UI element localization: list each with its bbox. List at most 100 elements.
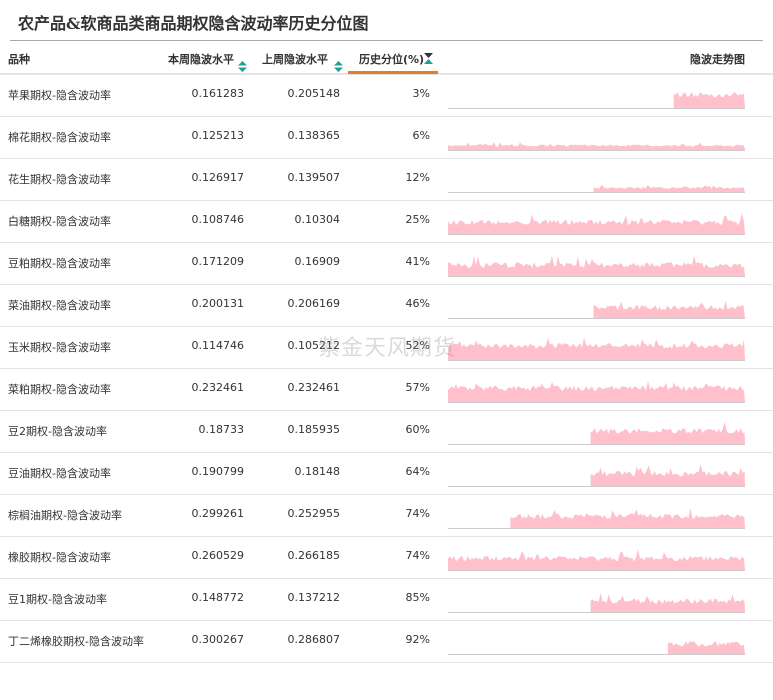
variety-name: 菜油期权-隐含波动率 xyxy=(8,299,111,312)
current-iv: 0.299261 xyxy=(191,507,245,520)
current-iv: 0.300267 xyxy=(191,633,245,646)
header-previous[interactable]: 上周隐波水平 xyxy=(262,51,328,67)
variety-name: 豆1期权-隐含波动率 xyxy=(8,593,107,606)
table-header: 品种 本周隐波水平 上周隐波水平 历史分位(%) 隐波走势图 xyxy=(0,41,773,75)
table-row: 丁二烯橡胶期权-隐含波动率 0.300267 0.286807 92% xyxy=(0,620,773,663)
previous-iv: 0.286807 xyxy=(287,633,341,646)
iv-trend-sparkline xyxy=(448,421,745,445)
iv-trend-sparkline xyxy=(448,337,745,361)
table-row: 白糖期权-隐含波动率 0.108746 0.10304 25% xyxy=(0,200,773,243)
percentile: 74% xyxy=(405,549,430,562)
previous-iv: 0.205148 xyxy=(287,87,341,100)
iv-trend-sparkline xyxy=(448,142,745,151)
sparkline-area xyxy=(590,421,745,444)
variety-name: 橡胶期权-隐含波动率 xyxy=(8,551,111,564)
variety-name: 豆2期权-隐含波动率 xyxy=(8,425,107,438)
percentile: 46% xyxy=(405,297,430,310)
sparkline-area xyxy=(448,213,745,234)
current-iv: 0.232461 xyxy=(191,381,245,394)
sparkline-area xyxy=(593,184,745,192)
previous-iv: 0.137212 xyxy=(287,591,341,604)
percentile: 57% xyxy=(405,381,430,394)
table-row: 菜油期权-隐含波动率 0.200131 0.206169 46% xyxy=(0,284,773,327)
iv-trend-sparkline xyxy=(448,508,745,529)
previous-iv: 0.266185 xyxy=(287,549,341,562)
current-iv: 0.200131 xyxy=(191,297,245,310)
sparkline-area xyxy=(667,641,745,654)
variety-name: 丁二烯橡胶期权-隐含波动率 xyxy=(8,635,144,648)
previous-iv: 0.185935 xyxy=(287,423,341,436)
table-row: 豆油期权-隐含波动率 0.190799 0.18148 64% xyxy=(0,452,773,495)
page-title: 农产品&软商品类商品期权隐含波动率历史分位图 xyxy=(18,14,369,33)
sort-ascending-icon[interactable] xyxy=(424,53,433,64)
variety-name: 棕榈油期权-隐含波动率 xyxy=(8,509,122,522)
variety-name: 棉花期权-隐含波动率 xyxy=(8,131,111,144)
iv-trend-sparkline xyxy=(448,184,745,193)
variety-name: 豆油期权-隐含波动率 xyxy=(8,467,111,480)
sparkline-area xyxy=(448,549,745,570)
table-row: 苹果期权-隐含波动率 0.161283 0.205148 3% xyxy=(0,74,773,117)
previous-iv: 0.18148 xyxy=(294,465,341,478)
sparkline-area xyxy=(448,255,745,276)
sparkline-area xyxy=(673,92,745,108)
iv-trend-sparkline xyxy=(448,300,745,319)
sparkline-area xyxy=(448,380,745,402)
previous-iv: 0.10304 xyxy=(294,213,341,226)
previous-iv: 0.232461 xyxy=(287,381,341,394)
watermark: 紫金天风期货 xyxy=(318,336,457,361)
sparkline-area xyxy=(593,300,745,318)
iv-trend-sparkline xyxy=(448,380,745,403)
current-iv: 0.114746 xyxy=(191,339,245,352)
volatility-percentile-table: 农产品&软商品类商品期权隐含波动率历史分位图 品种 本周隐波水平 上周隐波水平 … xyxy=(0,0,773,700)
table-row: 豆2期权-隐含波动率 0.18733 0.185935 60% xyxy=(0,410,773,453)
variety-name: 花生期权-隐含波动率 xyxy=(8,173,111,186)
sparkline-area xyxy=(448,337,745,360)
current-iv: 0.18733 xyxy=(198,423,245,436)
sort-both-icon[interactable] xyxy=(238,61,247,72)
variety-name: 菜粕期权-隐含波动率 xyxy=(8,383,111,396)
percentile: 85% xyxy=(405,591,430,604)
percentile: 64% xyxy=(405,465,430,478)
current-iv: 0.126917 xyxy=(191,171,245,184)
current-iv: 0.161283 xyxy=(191,87,245,100)
table-row: 菜粕期权-隐含波动率 0.232461 0.232461 57% xyxy=(0,368,773,411)
sparkline-area xyxy=(590,464,745,486)
previous-iv: 0.138365 xyxy=(287,129,341,142)
previous-iv: 0.139507 xyxy=(287,171,341,184)
sparkline-area xyxy=(448,142,745,150)
iv-trend-sparkline xyxy=(448,592,745,613)
current-iv: 0.190799 xyxy=(191,465,245,478)
variety-name: 苹果期权-隐含波动率 xyxy=(8,89,111,102)
sparkline-area xyxy=(590,592,745,612)
table-row: 棕榈油期权-隐含波动率 0.299261 0.252955 74% xyxy=(0,494,773,537)
percentile: 6% xyxy=(412,129,430,142)
iv-trend-sparkline xyxy=(448,213,745,235)
percentile: 60% xyxy=(405,423,430,436)
table-row: 豆1期权-隐含波动率 0.148772 0.137212 85% xyxy=(0,578,773,621)
table-row: 豆粕期权-隐含波动率 0.171209 0.16909 41% xyxy=(0,242,773,285)
sort-both-icon[interactable] xyxy=(334,61,343,72)
variety-name: 豆粕期权-隐含波动率 xyxy=(8,257,111,270)
header-current[interactable]: 本周隐波水平 xyxy=(168,51,234,67)
iv-trend-sparkline xyxy=(448,641,745,655)
iv-trend-sparkline xyxy=(448,92,745,109)
header-percentile[interactable]: 历史分位(%) xyxy=(359,51,424,67)
table-row: 橡胶期权-隐含波动率 0.260529 0.266185 74% xyxy=(0,536,773,579)
table-row: 花生期权-隐含波动率 0.126917 0.139507 12% xyxy=(0,158,773,201)
previous-iv: 0.16909 xyxy=(294,255,341,268)
previous-iv: 0.252955 xyxy=(287,507,341,520)
header-trend: 隐波走势图 xyxy=(690,53,745,66)
current-iv: 0.260529 xyxy=(191,549,245,562)
variety-name: 白糖期权-隐含波动率 xyxy=(8,215,111,228)
variety-name: 玉米期权-隐含波动率 xyxy=(8,341,111,354)
current-iv: 0.125213 xyxy=(191,129,245,142)
percentile: 25% xyxy=(405,213,430,226)
iv-trend-sparkline xyxy=(448,464,745,487)
percentile: 12% xyxy=(405,171,430,184)
current-iv: 0.171209 xyxy=(191,255,245,268)
current-iv: 0.148772 xyxy=(191,591,245,604)
header-name: 品种 xyxy=(8,53,30,66)
percentile: 74% xyxy=(405,507,430,520)
current-iv: 0.108746 xyxy=(191,213,245,226)
previous-iv: 0.206169 xyxy=(287,297,341,310)
